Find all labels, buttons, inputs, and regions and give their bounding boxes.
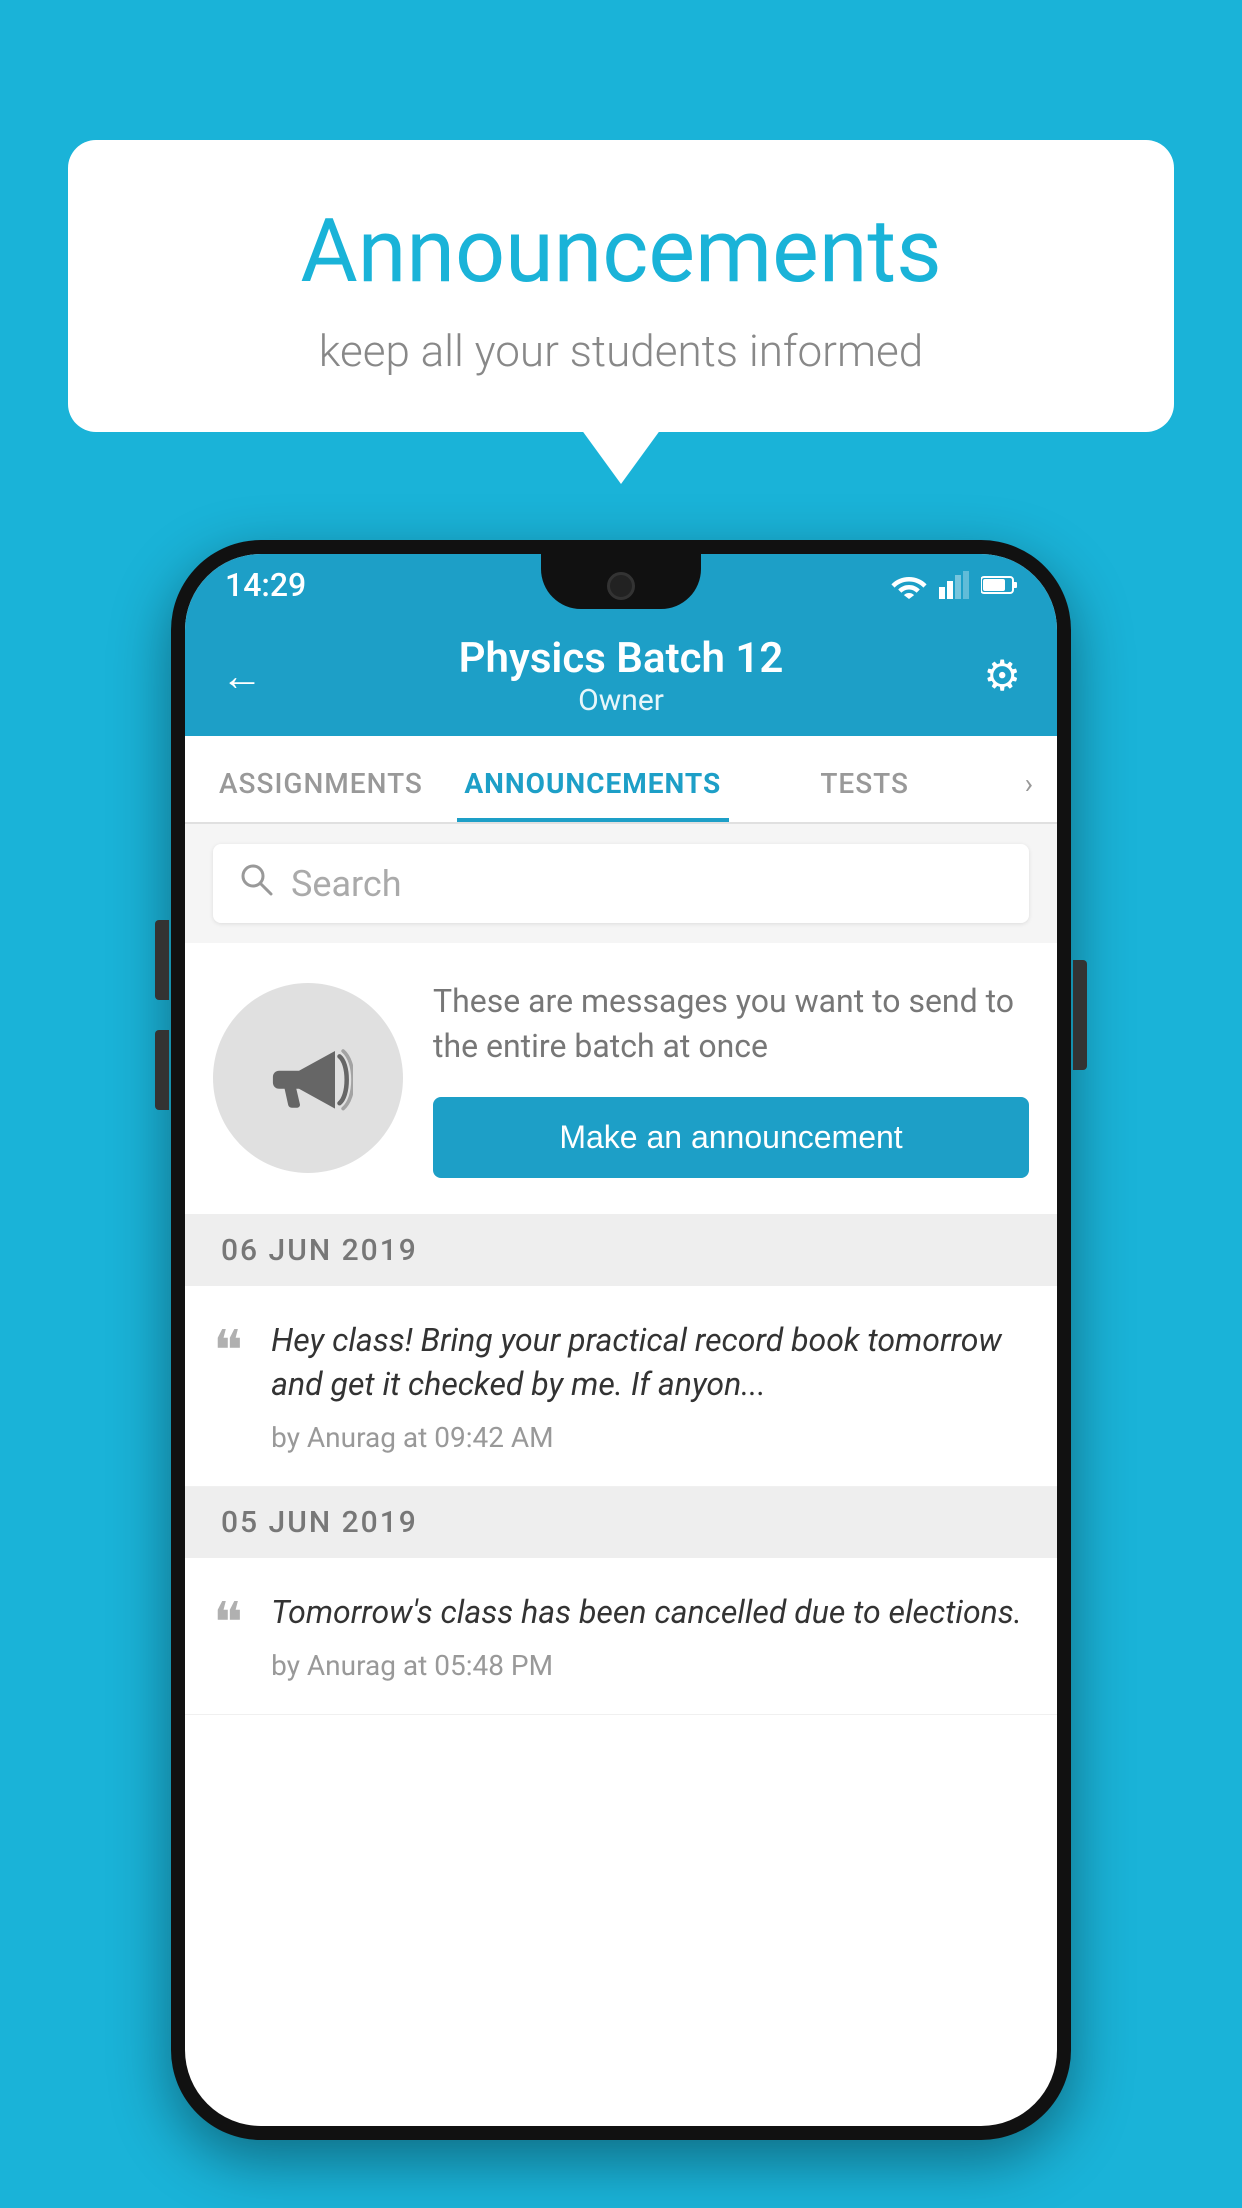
message-item-1: ❝ Hey class! Bring your practical record… [185,1286,1057,1488]
announcement-card: These are messages you want to send to t… [185,943,1057,1215]
message-meta-2: by Anurag at 05:48 PM [271,1649,1029,1682]
top-bar: ← Physics Batch 12 Owner ⚙ [185,616,1057,736]
class-role: Owner [291,683,951,718]
message-content-2: Tomorrow's class has been cancelled due … [271,1590,1029,1682]
wifi-icon [891,571,927,599]
message-meta-1: by Anurag at 09:42 AM [271,1421,1029,1454]
top-bar-title: Physics Batch 12 Owner [291,634,951,718]
quote-icon-1: ❝ [213,1324,243,1380]
search-icon [239,862,273,905]
status-icons [891,571,1017,599]
tab-announcements[interactable]: ANNOUNCEMENTS [457,767,729,822]
tab-more[interactable]: › [1001,767,1057,822]
message-content-1: Hey class! Bring your practical record b… [271,1318,1029,1455]
phone-container: 14:29 [171,540,1071,2140]
megaphone-icon [263,1033,353,1123]
speech-bubble-subtitle: keep all your students informed [148,325,1094,377]
announcement-card-content: These are messages you want to send to t… [433,979,1029,1178]
announcement-description: These are messages you want to send to t… [433,979,1029,1069]
volume-down-button [155,1030,169,1110]
announcement-icon-circle [213,983,403,1173]
speech-bubble-container: Announcements keep all your students inf… [68,140,1174,432]
battery-icon [981,575,1017,595]
back-button[interactable]: ← [221,652,291,701]
camera-dot [607,572,635,600]
make-announcement-button[interactable]: Make an announcement [433,1097,1029,1178]
power-button [1073,960,1087,1070]
message-text-1[interactable]: Hey class! Bring your practical record b… [271,1318,1029,1408]
search-section: Search [185,824,1057,943]
status-time: 14:29 [225,566,306,604]
date-separator-1: 06 JUN 2019 [185,1215,1057,1286]
quote-icon-2: ❝ [213,1596,243,1652]
phone-notch [541,554,701,609]
message-item-2: ❝ Tomorrow's class has been cancelled du… [185,1558,1057,1715]
message-text-2[interactable]: Tomorrow's class has been cancelled due … [271,1590,1029,1635]
speech-bubble-title: Announcements [148,200,1094,303]
class-name: Physics Batch 12 [291,634,951,683]
phone-frame: 14:29 [171,540,1071,2140]
settings-button[interactable]: ⚙ [951,651,1021,701]
speech-bubble: Announcements keep all your students inf… [68,140,1174,432]
tabs: ASSIGNMENTS ANNOUNCEMENTS TESTS › [185,736,1057,824]
search-input[interactable]: Search [291,863,402,905]
tab-assignments[interactable]: ASSIGNMENTS [185,767,457,822]
date-separator-2: 05 JUN 2019 [185,1487,1057,1558]
signal-icon [939,571,969,599]
search-bar[interactable]: Search [213,844,1029,923]
tab-tests[interactable]: TESTS [729,767,1001,822]
phone-screen: 14:29 [185,554,1057,2126]
